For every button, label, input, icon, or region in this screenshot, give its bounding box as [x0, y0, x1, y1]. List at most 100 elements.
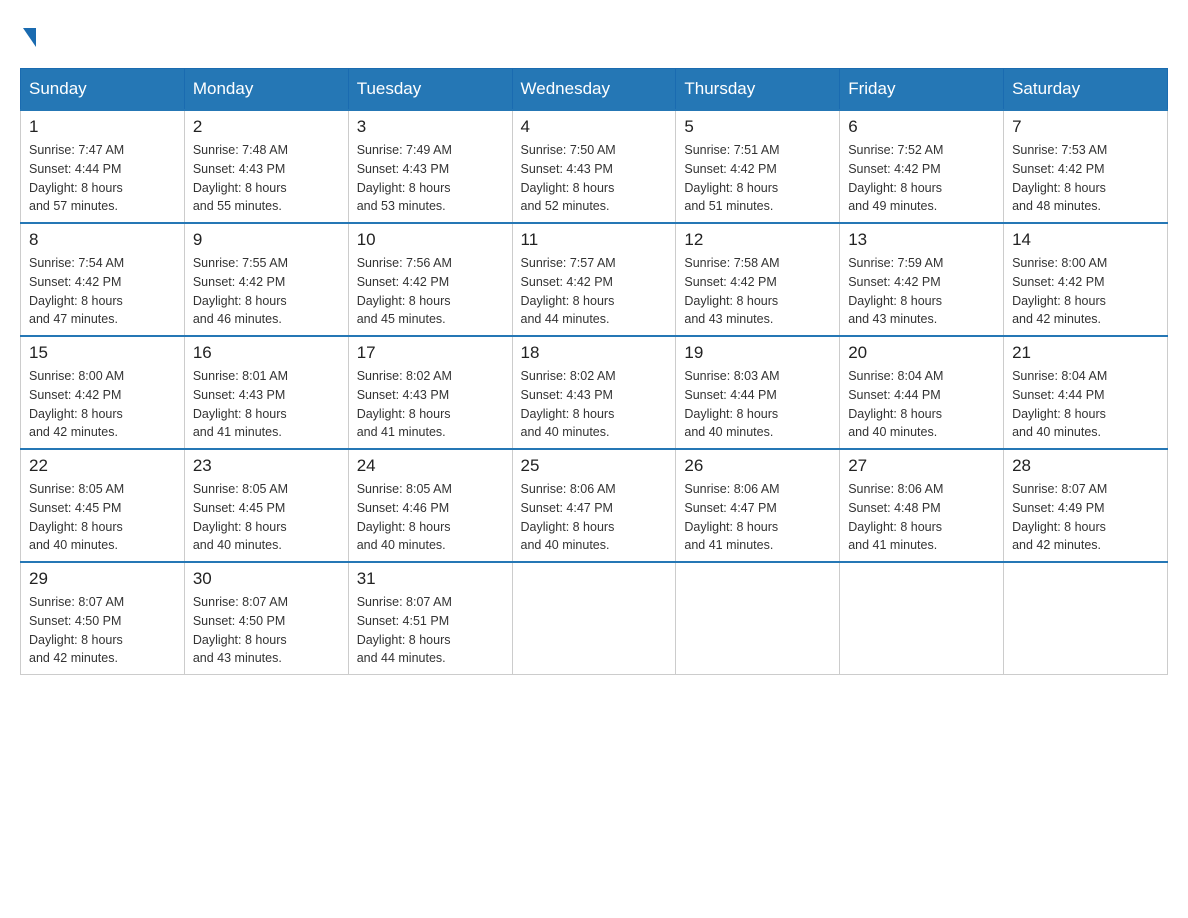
header-tuesday: Tuesday — [348, 69, 512, 111]
week-row-2: 8 Sunrise: 7:54 AMSunset: 4:42 PMDaylight… — [21, 223, 1168, 336]
logo-line1 — [20, 20, 36, 52]
day-cell: 12 Sunrise: 7:58 AMSunset: 4:42 PMDayligh… — [676, 223, 840, 336]
day-info: Sunrise: 8:04 AMSunset: 4:44 PMDaylight:… — [848, 367, 995, 442]
day-number: 21 — [1012, 343, 1159, 363]
day-info: Sunrise: 8:07 AMSunset: 4:51 PMDaylight:… — [357, 593, 504, 668]
day-cell: 24Sunrise: 8:05 AMSunset: 4:46 PMDayligh… — [348, 449, 512, 562]
day-info: Sunrise: 8:06 AMSunset: 4:47 PMDaylight:… — [521, 480, 668, 555]
day-info: Sunrise: 8:07 AMSunset: 4:49 PMDaylight:… — [1012, 480, 1159, 555]
day-cell: 13 Sunrise: 7:59 AMSunset: 4:42 PMDayligh… — [840, 223, 1004, 336]
day-number: 16 — [193, 343, 340, 363]
day-cell: 21 Sunrise: 8:04 AMSunset: 4:44 PMDayligh… — [1004, 336, 1168, 449]
day-number: 29 — [29, 569, 176, 589]
day-info: Sunrise: 7:54 AMSunset: 4:42 PMDaylight:… — [29, 254, 176, 329]
day-cell: 14Sunrise: 8:00 AMSunset: 4:42 PMDayligh… — [1004, 223, 1168, 336]
header-monday: Monday — [184, 69, 348, 111]
day-number: 19 — [684, 343, 831, 363]
day-cell: 26 Sunrise: 8:06 AMSunset: 4:47 PMDayligh… — [676, 449, 840, 562]
day-info: Sunrise: 7:55 AMSunset: 4:42 PMDaylight:… — [193, 254, 340, 329]
day-info: Sunrise: 7:53 AMSunset: 4:42 PMDaylight:… — [1012, 141, 1159, 216]
day-number: 13 — [848, 230, 995, 250]
day-number: 2 — [193, 117, 340, 137]
day-number: 26 — [684, 456, 831, 476]
day-cell: 10 Sunrise: 7:56 AMSunset: 4:42 PMDayligh… — [348, 223, 512, 336]
day-info: Sunrise: 7:59 AMSunset: 4:42 PMDaylight:… — [848, 254, 995, 329]
header-sunday: Sunday — [21, 69, 185, 111]
day-number: 23 — [193, 456, 340, 476]
day-number: 5 — [684, 117, 831, 137]
day-number: 30 — [193, 569, 340, 589]
day-info: Sunrise: 7:48 AMSunset: 4:43 PMDaylight:… — [193, 141, 340, 216]
day-info: Sunrise: 8:00 AMSunset: 4:42 PMDaylight:… — [29, 367, 176, 442]
day-number: 14 — [1012, 230, 1159, 250]
day-cell — [676, 562, 840, 675]
week-row-5: 29 Sunrise: 8:07 AMSunset: 4:50 PMDayligh… — [21, 562, 1168, 675]
page-header — [20, 20, 1168, 48]
day-info: Sunrise: 8:07 AMSunset: 4:50 PMDaylight:… — [29, 593, 176, 668]
day-info: Sunrise: 7:52 AMSunset: 4:42 PMDaylight:… — [848, 141, 995, 216]
day-cell: 11 Sunrise: 7:57 AMSunset: 4:42 PMDayligh… — [512, 223, 676, 336]
day-info: Sunrise: 8:06 AMSunset: 4:47 PMDaylight:… — [684, 480, 831, 555]
week-row-4: 22Sunrise: 8:05 AMSunset: 4:45 PMDayligh… — [21, 449, 1168, 562]
day-cell: 28 Sunrise: 8:07 AMSunset: 4:49 PMDayligh… — [1004, 449, 1168, 562]
calendar-table: Sunday Monday Tuesday Wednesday Thursday… — [20, 68, 1168, 675]
logo-arrow-icon — [23, 28, 36, 47]
day-number: 1 — [29, 117, 176, 137]
day-number: 24 — [357, 456, 504, 476]
week-row-1: 1 Sunrise: 7:47 AMSunset: 4:44 PMDaylight… — [21, 110, 1168, 223]
day-cell: 3Sunrise: 7:49 AMSunset: 4:43 PMDaylight… — [348, 110, 512, 223]
day-info: Sunrise: 7:56 AMSunset: 4:42 PMDaylight:… — [357, 254, 504, 329]
day-info: Sunrise: 7:47 AMSunset: 4:44 PMDaylight:… — [29, 141, 176, 216]
day-cell: 20Sunrise: 8:04 AMSunset: 4:44 PMDayligh… — [840, 336, 1004, 449]
day-cell: 19 Sunrise: 8:03 AMSunset: 4:44 PMDayligh… — [676, 336, 840, 449]
day-number: 11 — [521, 230, 668, 250]
day-cell — [1004, 562, 1168, 675]
day-number: 4 — [521, 117, 668, 137]
day-info: Sunrise: 7:58 AMSunset: 4:42 PMDaylight:… — [684, 254, 831, 329]
day-info: Sunrise: 8:07 AMSunset: 4:50 PMDaylight:… — [193, 593, 340, 668]
header-thursday: Thursday — [676, 69, 840, 111]
day-info: Sunrise: 8:06 AMSunset: 4:48 PMDaylight:… — [848, 480, 995, 555]
day-number: 17 — [357, 343, 504, 363]
day-cell: 18 Sunrise: 8:02 AMSunset: 4:43 PMDayligh… — [512, 336, 676, 449]
day-cell: 16 Sunrise: 8:01 AMSunset: 4:43 PMDayligh… — [184, 336, 348, 449]
day-number: 15 — [29, 343, 176, 363]
day-info: Sunrise: 8:02 AMSunset: 4:43 PMDaylight:… — [521, 367, 668, 442]
day-number: 7 — [1012, 117, 1159, 137]
day-cell: 29 Sunrise: 8:07 AMSunset: 4:50 PMDayligh… — [21, 562, 185, 675]
day-cell: 6Sunrise: 7:52 AMSunset: 4:42 PMDaylight… — [840, 110, 1004, 223]
day-cell: 1 Sunrise: 7:47 AMSunset: 4:44 PMDaylight… — [21, 110, 185, 223]
day-number: 27 — [848, 456, 995, 476]
day-cell: 7 Sunrise: 7:53 AMSunset: 4:42 PMDaylight… — [1004, 110, 1168, 223]
day-info: Sunrise: 7:51 AMSunset: 4:42 PMDaylight:… — [684, 141, 831, 216]
day-number: 31 — [357, 569, 504, 589]
header-friday: Friday — [840, 69, 1004, 111]
day-number: 10 — [357, 230, 504, 250]
day-cell: 2 Sunrise: 7:48 AMSunset: 4:43 PMDaylight… — [184, 110, 348, 223]
day-info: Sunrise: 7:49 AMSunset: 4:43 PMDaylight:… — [357, 141, 504, 216]
day-number: 8 — [29, 230, 176, 250]
day-info: Sunrise: 8:04 AMSunset: 4:44 PMDaylight:… — [1012, 367, 1159, 442]
day-info: Sunrise: 7:57 AMSunset: 4:42 PMDaylight:… — [521, 254, 668, 329]
day-number: 25 — [521, 456, 668, 476]
day-number: 12 — [684, 230, 831, 250]
day-info: Sunrise: 8:02 AMSunset: 4:43 PMDaylight:… — [357, 367, 504, 442]
day-cell: 8 Sunrise: 7:54 AMSunset: 4:42 PMDaylight… — [21, 223, 185, 336]
day-cell: 15 Sunrise: 8:00 AMSunset: 4:42 PMDayligh… — [21, 336, 185, 449]
logo — [20, 20, 36, 48]
day-cell: 22Sunrise: 8:05 AMSunset: 4:45 PMDayligh… — [21, 449, 185, 562]
day-cell: 9 Sunrise: 7:55 AMSunset: 4:42 PMDaylight… — [184, 223, 348, 336]
day-cell: 25 Sunrise: 8:06 AMSunset: 4:47 PMDayligh… — [512, 449, 676, 562]
day-info: Sunrise: 8:01 AMSunset: 4:43 PMDaylight:… — [193, 367, 340, 442]
day-number: 9 — [193, 230, 340, 250]
day-number: 28 — [1012, 456, 1159, 476]
header-wednesday: Wednesday — [512, 69, 676, 111]
day-cell: 30 Sunrise: 8:07 AMSunset: 4:50 PMDayligh… — [184, 562, 348, 675]
day-cell — [512, 562, 676, 675]
day-cell: 4Sunrise: 7:50 AMSunset: 4:43 PMDaylight… — [512, 110, 676, 223]
day-cell: 31 Sunrise: 8:07 AMSunset: 4:51 PMDayligh… — [348, 562, 512, 675]
day-number: 18 — [521, 343, 668, 363]
day-info: Sunrise: 8:03 AMSunset: 4:44 PMDaylight:… — [684, 367, 831, 442]
day-info: Sunrise: 8:05 AMSunset: 4:45 PMDaylight:… — [29, 480, 176, 555]
day-cell — [840, 562, 1004, 675]
